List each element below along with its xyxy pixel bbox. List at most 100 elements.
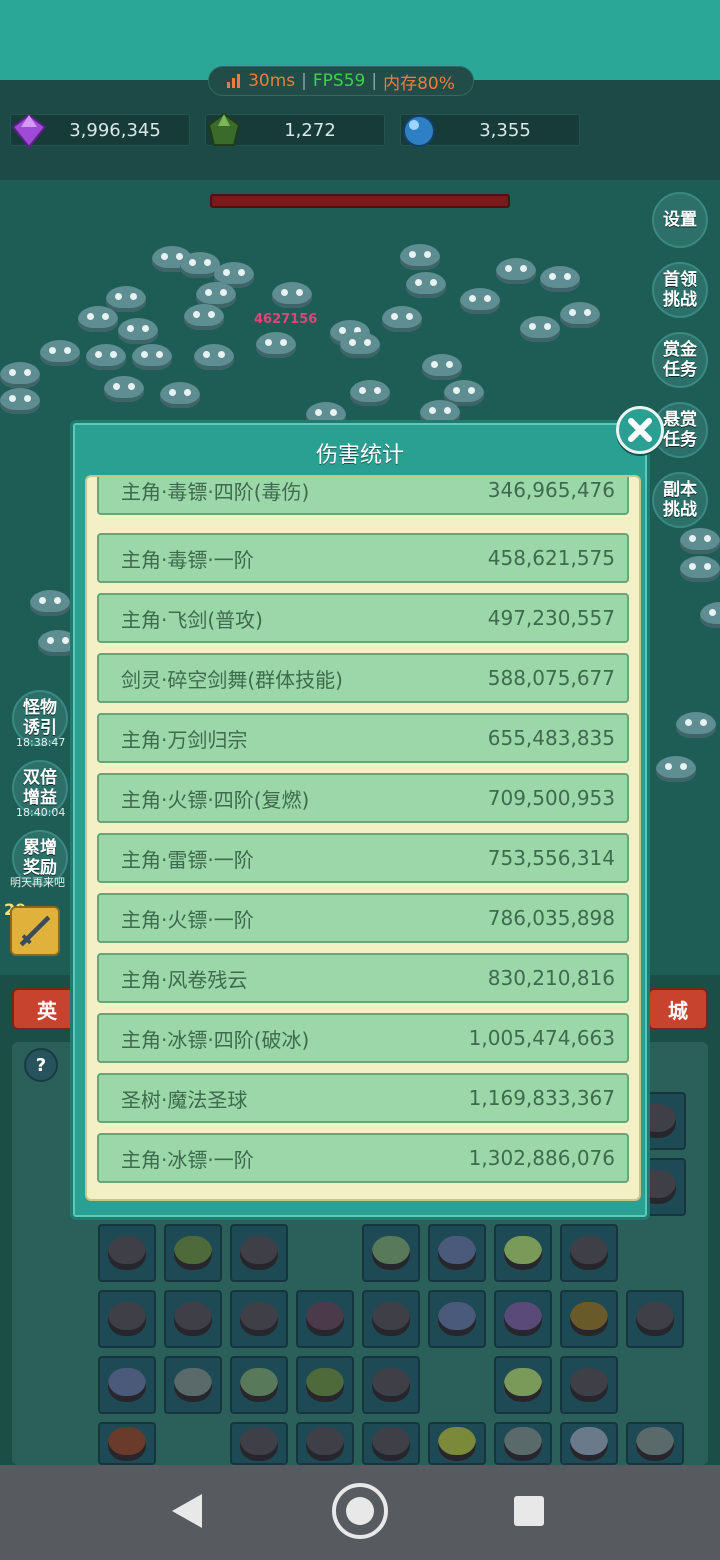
sword-skill-slot[interactable]: [10, 906, 60, 956]
monster-portrait: [504, 1302, 542, 1336]
monster-cell[interactable]: [98, 1290, 156, 1348]
damage-row: 主角·冰镖·四阶(破冰) 1,005,474,663: [97, 1013, 629, 1063]
damage-value: 588,075,677: [487, 666, 615, 690]
monster-cell[interactable]: [428, 1224, 486, 1282]
monster-cell[interactable]: [230, 1290, 288, 1348]
monster-cell[interactable]: [164, 1290, 222, 1348]
gem-count: 3,996,345: [69, 120, 161, 141]
resource-orbs[interactable]: 3,355: [400, 114, 580, 147]
skill-name: 主角·火镖·四阶(复燃): [121, 787, 310, 812]
monster-cell[interactable]: [98, 1224, 156, 1282]
monster-portrait: [504, 1368, 542, 1402]
resource-gems[interactable]: 3,996,345: [10, 113, 190, 149]
monster: [520, 316, 560, 342]
monster: [560, 302, 600, 328]
monster-cell[interactable]: [494, 1290, 552, 1348]
home-icon[interactable]: [332, 1483, 388, 1539]
monster-cell[interactable]: [164, 1356, 222, 1414]
monster-cell[interactable]: [296, 1356, 354, 1414]
boss-health-bar: [210, 194, 510, 208]
skill-name: 主角·冰镖·四阶(破冰): [121, 1027, 310, 1052]
monster-cell[interactable]: [362, 1290, 420, 1348]
monster-portrait: [108, 1302, 146, 1336]
monster-cell[interactable]: [230, 1422, 288, 1465]
monster: [256, 332, 296, 358]
dungeon-challenge-label: 副本 挑战: [663, 480, 697, 520]
monster: [0, 388, 40, 414]
monster-portrait: [636, 1302, 674, 1336]
monster-portrait: [504, 1236, 542, 1270]
monster: [382, 306, 422, 332]
skill-name: 主角·冰镖·一阶: [121, 1147, 254, 1172]
monster: [40, 340, 80, 366]
skill-name: 主角·雷镖·一阶: [121, 847, 254, 872]
monster: [132, 344, 172, 370]
boss-challenge-button[interactable]: 首领 挑战: [652, 262, 708, 318]
monster-portrait: [438, 1236, 476, 1270]
monster-portrait: [570, 1368, 608, 1402]
monster: [272, 282, 312, 308]
skill-name: 主角·飞剑(普攻): [121, 607, 263, 632]
monster-portrait: [636, 1426, 674, 1461]
monster: [78, 306, 118, 332]
monster: [680, 528, 720, 554]
signal-icon: [227, 74, 241, 88]
monster-portrait: [372, 1426, 410, 1461]
monster: [350, 380, 390, 406]
monster-cell[interactable]: [296, 1290, 354, 1348]
cumulative-reward-label: 累增 奖励: [23, 838, 57, 878]
monster-cell[interactable]: [428, 1422, 486, 1465]
monster-cell[interactable]: [560, 1356, 618, 1414]
monster-cell[interactable]: [560, 1290, 618, 1348]
monster: [340, 332, 380, 358]
monster-cell[interactable]: [428, 1290, 486, 1348]
monster-cell[interactable]: [494, 1356, 552, 1414]
skill-name: 主角·毒镖·四阶(毒伤): [121, 479, 310, 504]
dungeon-challenge-button[interactable]: 副本 挑战: [652, 472, 708, 528]
shop-tab[interactable]: 城: [648, 988, 708, 1030]
skill-name: 圣树·魔法圣球: [121, 1087, 248, 1112]
monster-portrait: [570, 1302, 608, 1336]
monster-cell[interactable]: [362, 1356, 420, 1414]
monster-portrait: [372, 1302, 410, 1336]
monster-cell[interactable]: [164, 1224, 222, 1282]
monster-cell[interactable]: [362, 1422, 420, 1465]
monster: [460, 288, 500, 314]
help-label: ?: [35, 1054, 47, 1076]
monster-cell[interactable]: [98, 1356, 156, 1414]
damage-list[interactable]: 主角·毒镖·四阶(毒伤) 346,965,476 主角·毒镖·一阶 458,621,…: [85, 475, 641, 1201]
floating-damage-number: 4627156: [254, 312, 318, 327]
monster-cell[interactable]: [626, 1290, 684, 1348]
sword-icon: [19, 915, 51, 947]
damage-value: 1,302,886,076: [468, 1146, 615, 1170]
monster: [422, 354, 462, 380]
skill-name: 主角·毒镖·一阶: [121, 547, 254, 572]
monster: [496, 258, 536, 284]
monster-cell[interactable]: [230, 1356, 288, 1414]
monster-cell[interactable]: [494, 1224, 552, 1282]
help-button[interactable]: ?: [24, 1048, 58, 1082]
orb-count: 3,355: [479, 120, 531, 141]
monster: [540, 266, 580, 292]
resource-crystals[interactable]: 1,272: [205, 112, 385, 146]
monster-cell[interactable]: [560, 1224, 618, 1282]
monster-portrait: [108, 1236, 146, 1270]
monster-cell[interactable]: [296, 1422, 354, 1465]
back-icon[interactable]: [172, 1494, 202, 1528]
monster-portrait: [372, 1236, 410, 1270]
recent-apps-icon[interactable]: [514, 1496, 544, 1526]
close-button[interactable]: [616, 406, 664, 454]
skill-name: 剑灵·碎空剑舞(群体技能): [121, 667, 343, 692]
monster-cell[interactable]: [560, 1422, 618, 1465]
bounty-task-button[interactable]: 赏金 任务: [652, 332, 708, 388]
monster-cell[interactable]: [494, 1422, 552, 1465]
monster-cell[interactable]: [362, 1224, 420, 1282]
monster-cell[interactable]: [626, 1422, 684, 1465]
performance-indicator: 30ms | FPS59 | 内存80%: [208, 66, 474, 96]
monster-cell[interactable]: [230, 1224, 288, 1282]
monster-cell[interactable]: [98, 1422, 156, 1465]
monster-portrait: [240, 1302, 278, 1336]
monster: [86, 344, 126, 370]
settings-button[interactable]: 设置: [652, 192, 708, 248]
monster: [676, 712, 716, 738]
